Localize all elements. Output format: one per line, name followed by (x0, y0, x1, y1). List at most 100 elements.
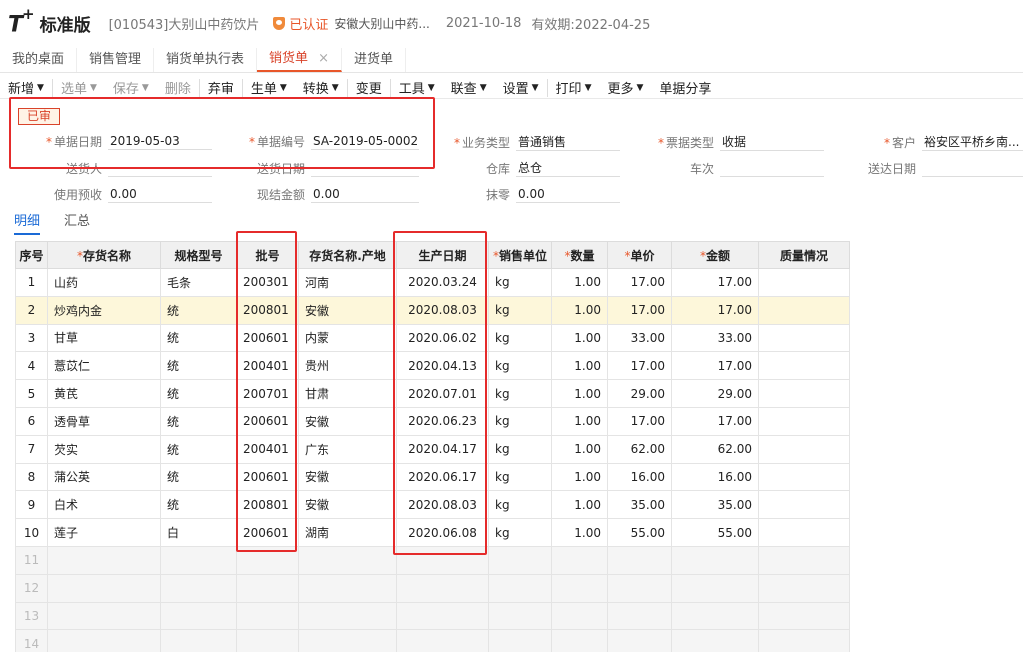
table-cell[interactable]: 11 (15, 545, 48, 575)
table-cell[interactable] (396, 629, 489, 652)
table-cell[interactable] (758, 323, 850, 353)
table-cell[interactable]: 统 (160, 323, 237, 353)
table-cell[interactable] (47, 629, 161, 652)
table-cell[interactable]: 29.00 (607, 379, 672, 408)
table-cell[interactable] (671, 629, 759, 652)
table-cell[interactable] (488, 573, 552, 603)
table-cell[interactable] (758, 462, 850, 492)
cash-input[interactable]: 0.00 (311, 185, 419, 203)
biz-type-select[interactable]: 普通销售 (516, 133, 620, 151)
table-cell[interactable] (758, 295, 850, 325)
table-cell[interactable]: 1.00 (551, 295, 608, 325)
table-cell[interactable]: 29.00 (671, 379, 759, 408)
column-header[interactable]: 质量情况 (758, 241, 850, 269)
change-button[interactable]: 变更 (346, 78, 390, 97)
table-cell[interactable] (160, 629, 237, 652)
table-cell[interactable]: kg (488, 323, 552, 353)
customer-input[interactable]: 裕安区平桥乡南... (922, 133, 1023, 151)
table-cell[interactable]: 统 (160, 434, 237, 464)
column-header[interactable]: *单价 (607, 241, 672, 269)
table-cell[interactable]: 统 (160, 379, 237, 408)
table-cell[interactable]: 1.00 (551, 323, 608, 353)
table-cell[interactable] (551, 601, 608, 631)
table-cell[interactable]: 17.00 (671, 295, 759, 325)
table-cell[interactable]: kg (488, 351, 552, 381)
table-cell[interactable]: 1.00 (551, 351, 608, 381)
table-cell[interactable]: 1.00 (551, 268, 608, 297)
table-cell[interactable]: 35.00 (607, 490, 672, 520)
tab-sales-delivery[interactable]: 销货单 × (257, 48, 342, 72)
tab-detail[interactable]: 明细 (14, 210, 41, 235)
table-cell[interactable] (671, 573, 759, 603)
table-cell[interactable]: 16.00 (671, 462, 759, 492)
table-row-empty[interactable]: 12 (15, 573, 850, 603)
save-button[interactable]: 保存 ▼ (105, 79, 157, 97)
query-button[interactable]: 联查 ▼ (443, 79, 495, 97)
table-cell[interactable]: 1.00 (551, 518, 608, 547)
table-cell[interactable]: 统 (160, 406, 237, 436)
new-button[interactable]: 新增 ▼ (0, 79, 52, 97)
table-cell[interactable] (47, 545, 161, 575)
table-cell[interactable] (758, 434, 850, 464)
table-cell[interactable]: 5 (15, 379, 48, 408)
table-cell[interactable] (758, 573, 850, 603)
table-cell[interactable] (396, 601, 489, 631)
table-cell[interactable] (758, 406, 850, 436)
table-cell[interactable] (758, 518, 850, 547)
table-cell[interactable] (160, 545, 237, 575)
column-header[interactable]: 规格型号 (160, 241, 237, 269)
table-cell[interactable]: kg (488, 518, 552, 547)
table-cell[interactable]: kg (488, 462, 552, 492)
table-cell[interactable] (758, 379, 850, 408)
settings-button[interactable]: 设置 ▼ (495, 79, 547, 97)
column-header[interactable]: *数量 (551, 241, 608, 269)
table-cell[interactable]: 7 (15, 434, 48, 464)
table-cell[interactable] (551, 573, 608, 603)
table-cell[interactable] (47, 601, 161, 631)
generate-button[interactable]: 生单 ▼ (241, 78, 295, 97)
table-cell[interactable] (298, 545, 397, 575)
table-cell[interactable]: 35.00 (671, 490, 759, 520)
table-cell[interactable]: kg (488, 434, 552, 464)
table-cell[interactable]: 4 (15, 351, 48, 381)
table-cell[interactable]: 统 (160, 351, 237, 381)
table-cell[interactable]: 黄芪 (47, 379, 161, 408)
tab-sales-execution[interactable]: 销货单执行表 (154, 48, 258, 72)
table-cell[interactable] (551, 545, 608, 575)
table-cell[interactable]: 1.00 (551, 490, 608, 520)
tab-my-desktop[interactable]: 我的桌面 (0, 48, 78, 72)
table-cell[interactable]: 1.00 (551, 379, 608, 408)
table-cell[interactable] (236, 601, 299, 631)
table-row-empty[interactable]: 13 (15, 601, 850, 631)
table-cell[interactable] (758, 268, 850, 297)
close-icon[interactable]: × (318, 47, 329, 71)
tab-purchase-receipt[interactable]: 进货单 (342, 48, 406, 72)
table-cell[interactable]: 2 (15, 295, 48, 325)
table-cell[interactable]: 贵州 (298, 351, 397, 381)
column-header[interactable]: 存货名称.产地 (298, 241, 397, 269)
delete-button[interactable]: 删除 (157, 79, 199, 97)
table-cell[interactable]: 17.00 (607, 268, 672, 297)
table-cell[interactable] (298, 629, 397, 652)
table-cell[interactable]: 1.00 (551, 406, 608, 436)
unapprove-button[interactable]: 弃审 (198, 78, 242, 97)
table-cell[interactable] (607, 629, 672, 652)
table-cell[interactable] (607, 545, 672, 575)
table-cell[interactable] (396, 573, 489, 603)
tab-summary[interactable]: 汇总 (64, 210, 90, 235)
table-cell[interactable]: 8 (15, 462, 48, 492)
arrival-date-input[interactable] (922, 159, 1023, 177)
table-cell[interactable]: kg (488, 406, 552, 436)
print-button[interactable]: 打印 ▼ (546, 78, 600, 97)
column-header[interactable]: *存货名称 (47, 241, 161, 269)
table-cell[interactable] (551, 629, 608, 652)
table-cell[interactable]: 3 (15, 323, 48, 353)
select-doc-button[interactable]: 选单 ▼ (51, 78, 105, 97)
table-cell[interactable]: 17.00 (607, 406, 672, 436)
table-cell[interactable]: 10 (15, 518, 48, 547)
table-cell[interactable] (607, 601, 672, 631)
table-cell[interactable]: 毛条 (160, 268, 237, 297)
table-cell[interactable]: 广东 (298, 434, 397, 464)
table-cell[interactable]: 55.00 (607, 518, 672, 547)
table-cell[interactable]: 芡实 (47, 434, 161, 464)
